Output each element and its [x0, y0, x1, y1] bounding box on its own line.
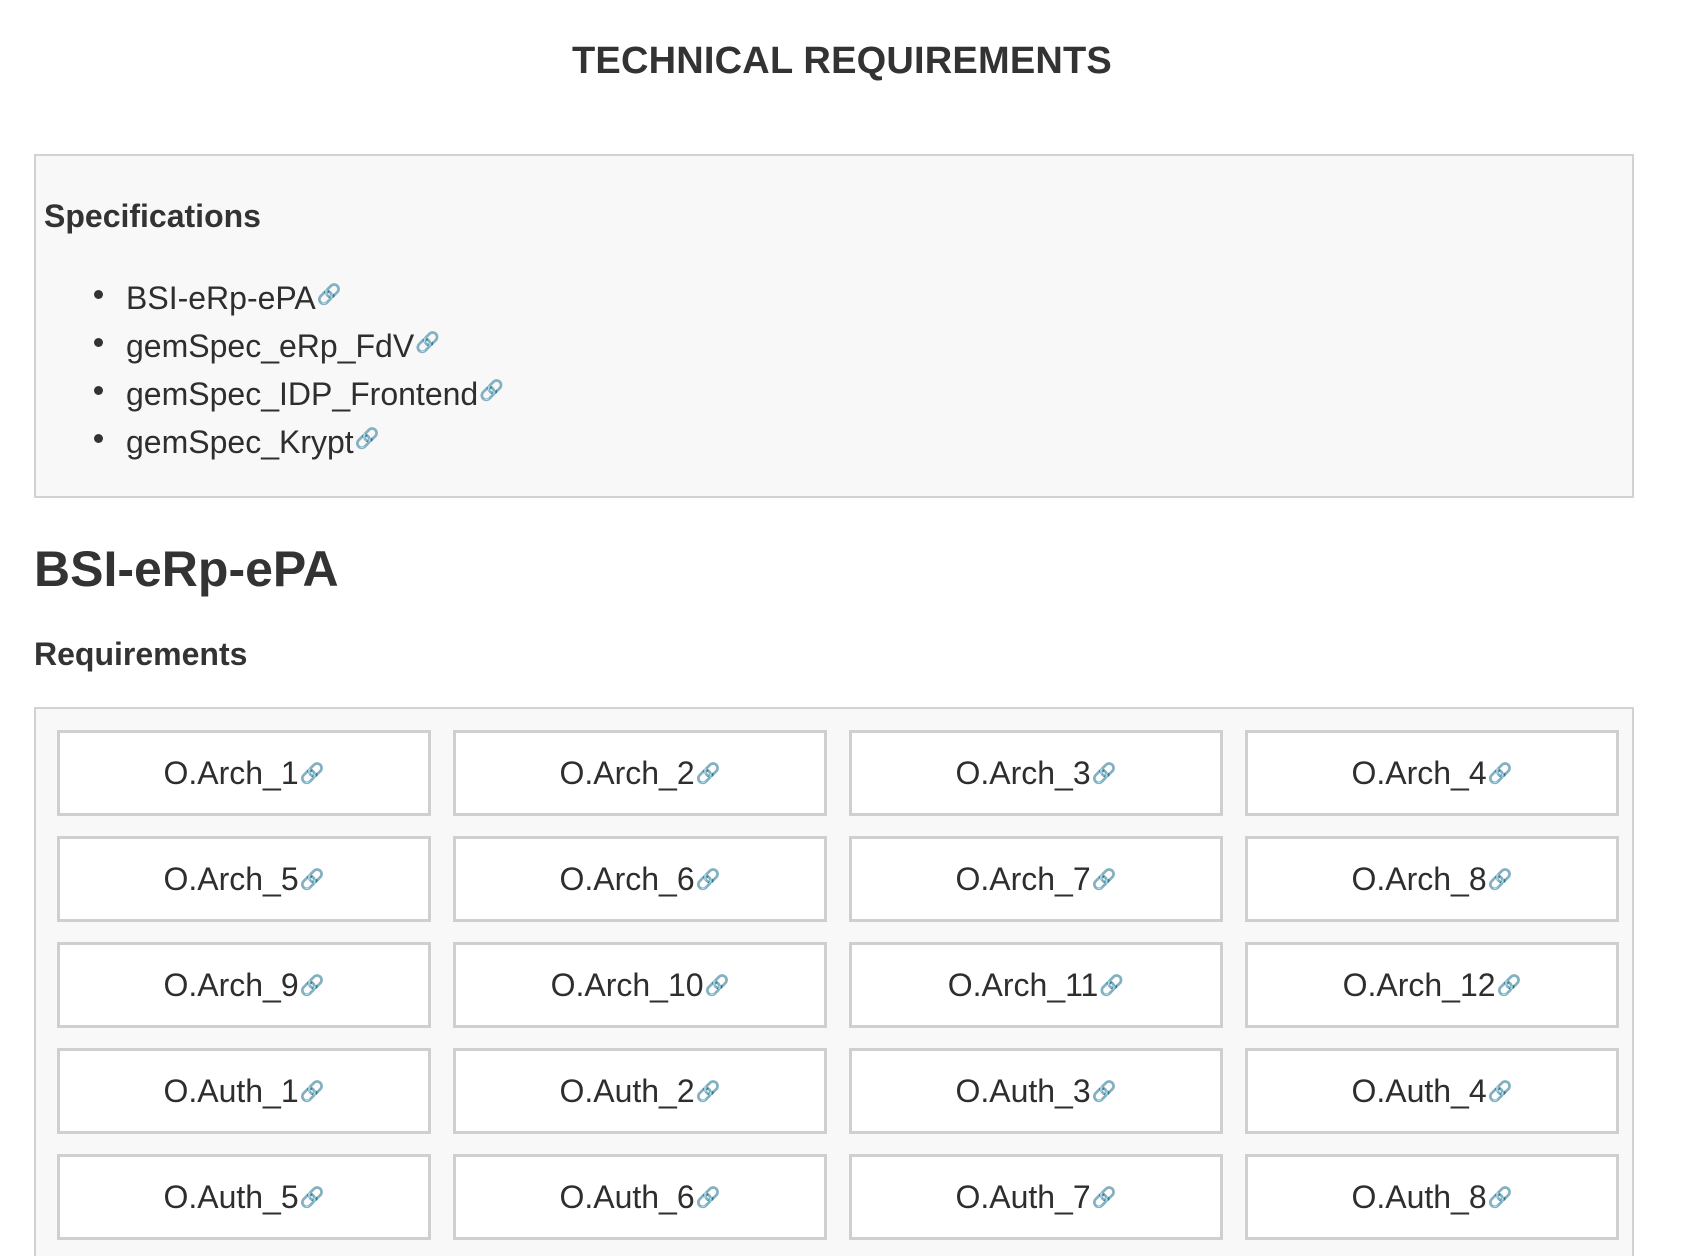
- requirement-label: O.Arch_6: [559, 860, 695, 897]
- requirement-label: O.Auth_6: [559, 1178, 695, 1215]
- requirement-link[interactable]: O.Auth_5 🔗: [57, 1154, 431, 1240]
- requirements-heading: Requirements: [34, 636, 248, 672]
- link-icon: 🔗: [695, 1079, 721, 1103]
- spec-link-bsi-erp-epa[interactable]: BSI-eRp-ePA🔗: [126, 280, 342, 316]
- requirement-link[interactable]: O.Arch_10 🔗: [453, 942, 827, 1028]
- requirement-link[interactable]: O.Arch_1 🔗: [57, 730, 431, 816]
- requirement-link[interactable]: O.Auth_6 🔗: [453, 1154, 827, 1240]
- spec-list-item: gemSpec_eRp_FdV🔗: [86, 318, 504, 366]
- requirement-link[interactable]: O.Arch_9 🔗: [57, 942, 431, 1028]
- requirement-label: O.Arch_2: [559, 754, 695, 791]
- requirements-panel: O.Arch_1 🔗 O.Arch_2 🔗 O.Arch_3 🔗 O.Arch_4 🔗 …: [34, 707, 1634, 1256]
- requirement-link[interactable]: O.Auth_7 🔗: [849, 1154, 1223, 1240]
- bullet-icon: [94, 338, 103, 347]
- requirement-label: O.Auth_4: [1351, 1072, 1487, 1109]
- spec-link-gemspec-erp-fdv[interactable]: gemSpec_eRp_FdV🔗: [126, 328, 440, 364]
- page-title: TECHNICAL REQUIREMENTS: [572, 40, 1112, 82]
- requirement-label: O.Arch_3: [955, 754, 1091, 791]
- link-icon: 🔗: [354, 426, 380, 450]
- link-icon: 🔗: [299, 867, 325, 891]
- link-icon: 🔗: [299, 1185, 325, 1209]
- requirement-label: O.Arch_10: [550, 966, 704, 1003]
- requirement-link[interactable]: O.Arch_6 🔗: [453, 836, 827, 922]
- requirement-label: O.Arch_11: [947, 966, 1099, 1003]
- link-icon: 🔗: [1487, 1079, 1513, 1103]
- requirement-link[interactable]: O.Auth_2 🔗: [453, 1048, 827, 1134]
- spec-list-item: BSI-eRp-ePA🔗: [86, 270, 504, 318]
- bullet-icon: [94, 386, 103, 395]
- link-icon: 🔗: [1496, 973, 1522, 997]
- requirement-label: O.Auth_1: [163, 1072, 299, 1109]
- link-icon: 🔗: [299, 1079, 325, 1103]
- requirement-link[interactable]: O.Auth_4 🔗: [1245, 1048, 1619, 1134]
- specifications-heading: Specifications: [44, 198, 261, 234]
- link-icon: 🔗: [1091, 1079, 1117, 1103]
- spec-link-label: gemSpec_IDP_Frontend: [126, 376, 479, 412]
- requirement-link[interactable]: O.Arch_12 🔗: [1245, 942, 1619, 1028]
- specifications-list: BSI-eRp-ePA🔗 gemSpec_eRp_FdV🔗 gemSpec_ID…: [86, 270, 504, 462]
- requirements-grid: O.Arch_1 🔗 O.Arch_2 🔗 O.Arch_3 🔗 O.Arch_4 🔗 …: [57, 730, 1619, 1240]
- requirement-link[interactable]: O.Auth_1 🔗: [57, 1048, 431, 1134]
- link-icon: 🔗: [299, 973, 325, 997]
- link-icon: 🔗: [299, 761, 325, 785]
- spec-list-item: gemSpec_Krypt🔗: [86, 414, 504, 462]
- requirement-link[interactable]: O.Arch_7 🔗: [849, 836, 1223, 922]
- requirement-label: O.Auth_8: [1351, 1178, 1487, 1215]
- link-icon: 🔗: [704, 973, 730, 997]
- bullet-icon: [94, 290, 103, 299]
- link-icon: 🔗: [1487, 867, 1513, 891]
- spec-link-label: gemSpec_eRp_FdV: [126, 328, 415, 364]
- requirement-label: O.Arch_8: [1351, 860, 1487, 897]
- requirement-link[interactable]: O.Arch_11 🔗: [849, 942, 1223, 1028]
- requirement-link[interactable]: O.Arch_4 🔗: [1245, 730, 1619, 816]
- link-icon: 🔗: [695, 761, 721, 785]
- link-icon: 🔗: [1091, 761, 1117, 785]
- link-icon: 🔗: [695, 867, 721, 891]
- section-title: BSI-eRp-ePA: [34, 541, 339, 597]
- link-icon: 🔗: [1487, 1185, 1513, 1209]
- bullet-icon: [94, 434, 103, 443]
- link-icon: 🔗: [316, 282, 342, 306]
- requirement-link[interactable]: O.Arch_8 🔗: [1245, 836, 1619, 922]
- requirement-label: O.Arch_5: [163, 860, 299, 897]
- requirement-label: O.Arch_1: [163, 754, 299, 791]
- requirement-link[interactable]: O.Arch_3 🔗: [849, 730, 1223, 816]
- requirement-label: O.Arch_4: [1351, 754, 1487, 791]
- link-icon: 🔗: [479, 378, 505, 402]
- link-icon: 🔗: [415, 330, 441, 354]
- spec-list-item: gemSpec_IDP_Frontend🔗: [86, 366, 504, 414]
- requirement-label: O.Arch_12: [1342, 966, 1496, 1003]
- requirement-link[interactable]: O.Auth_3 🔗: [849, 1048, 1223, 1134]
- spec-link-gemspec-krypt[interactable]: gemSpec_Krypt🔗: [126, 424, 380, 460]
- requirement-label: O.Auth_2: [559, 1072, 695, 1109]
- requirement-label: O.Auth_5: [163, 1178, 299, 1215]
- link-icon: 🔗: [1091, 867, 1117, 891]
- link-icon: 🔗: [1091, 1185, 1117, 1209]
- requirement-link[interactable]: O.Arch_5 🔗: [57, 836, 431, 922]
- specifications-panel: Specifications BSI-eRp-ePA🔗 gemSpec_eRp_…: [34, 154, 1634, 498]
- spec-link-label: BSI-eRp-ePA: [126, 280, 316, 316]
- link-icon: 🔗: [1487, 761, 1513, 785]
- requirement-label: O.Auth_7: [955, 1178, 1091, 1215]
- spec-link-label: gemSpec_Krypt: [126, 424, 354, 460]
- spec-link-gemspec-idp-frontend[interactable]: gemSpec_IDP_Frontend🔗: [126, 376, 504, 412]
- link-icon: 🔗: [695, 1185, 721, 1209]
- requirement-label: O.Auth_3: [955, 1072, 1091, 1109]
- link-icon: 🔗: [1099, 973, 1125, 997]
- requirement-link[interactable]: O.Arch_2 🔗: [453, 730, 827, 816]
- requirement-link[interactable]: O.Auth_8 🔗: [1245, 1154, 1619, 1240]
- requirement-label: O.Arch_9: [163, 966, 299, 1003]
- requirement-label: O.Arch_7: [955, 860, 1091, 897]
